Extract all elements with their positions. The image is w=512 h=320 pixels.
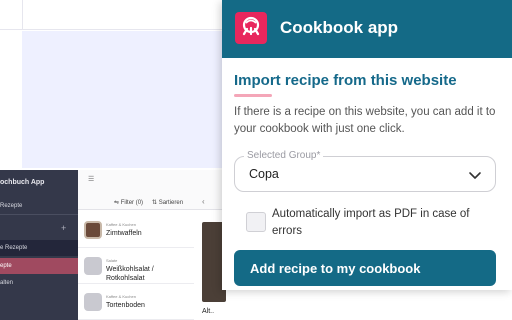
plus-icon[interactable]: + [61,223,66,233]
recipe-category: Salate [106,258,118,263]
filter-button[interactable]: ⇋ Filter (0) [114,199,143,206]
list-item[interactable]: Kaffee & Kuchen Zimtwaffeln [78,214,194,248]
heading-accent-divider [234,94,272,97]
group-select[interactable]: Copa [234,156,496,192]
recipe-thumbnail [84,221,102,239]
chevron-down-icon [469,172,481,179]
chevron-left-icon[interactable]: ‹ [202,197,205,206]
sort-label: Sartieren [158,200,184,206]
app-logo-icon [235,12,267,44]
recipe-title: Weißkohlsalat / Rotkohlsalat [106,266,154,282]
sidebar-item-selected[interactable]: epte [0,263,12,269]
add-recipe-button[interactable]: Add recipe to my cookbook [234,250,496,286]
recipe-category: Kaffee & Kuchen [106,294,136,299]
pdf-import-checkbox-label[interactable]: Automatically import as PDF in case of e… [272,206,502,240]
list-item[interactable]: Kaffee & Kuchen Tortenboden [78,286,194,320]
recipe-title: Zimtwaffeln [106,230,142,237]
sidebar-item-rezepte[interactable]: Rezepte [0,203,22,209]
list-item[interactable]: Salate Weißkohlsalat / Rotkohlsalat [78,250,194,284]
recipe-title: Tortenboden [106,302,145,309]
group-select-value: Copa [249,167,279,181]
recipe-thumbnail [84,257,102,275]
menu-icon[interactable]: ☰ [88,175,94,183]
recipe-thumbnail [84,293,102,311]
topbar-separator [22,0,23,30]
sort-icon: ⇅ [152,200,158,206]
filter-icon: ⇋ [114,200,120,206]
recipe-list: Kaffee & Kuchen Zimtwaffeln Salate Weißk… [78,210,194,320]
popup-title: Cookbook app [280,18,399,37]
sidebar-item-alten[interactable]: alten [0,280,13,286]
recipe-category: Kaffee & Kuchen [106,222,136,227]
sidebar-item-alle-rezepte[interactable]: e Rezepte [0,245,27,251]
sidebar-divider [0,214,78,215]
filter-label: Filter (0) [120,200,144,206]
app-brand: ochbuch App [0,179,45,186]
group-select-label: Selected Group* [244,150,324,161]
description-text: If there is a recipe on this website, yo… [234,106,496,135]
extension-popup: Cookbook app Import recipe from this web… [222,0,512,290]
page-title: Import recipe from this website [234,72,457,89]
app-sidebar: ochbuch App Rezepte + e Rezepte epte alt… [0,170,78,320]
popup-header: Cookbook app [222,0,512,58]
sort-button[interactable]: ⇅ Sartieren [152,199,183,206]
pdf-import-checkbox[interactable] [246,212,266,232]
recipe-detail-caption: Alt.. [202,308,215,315]
